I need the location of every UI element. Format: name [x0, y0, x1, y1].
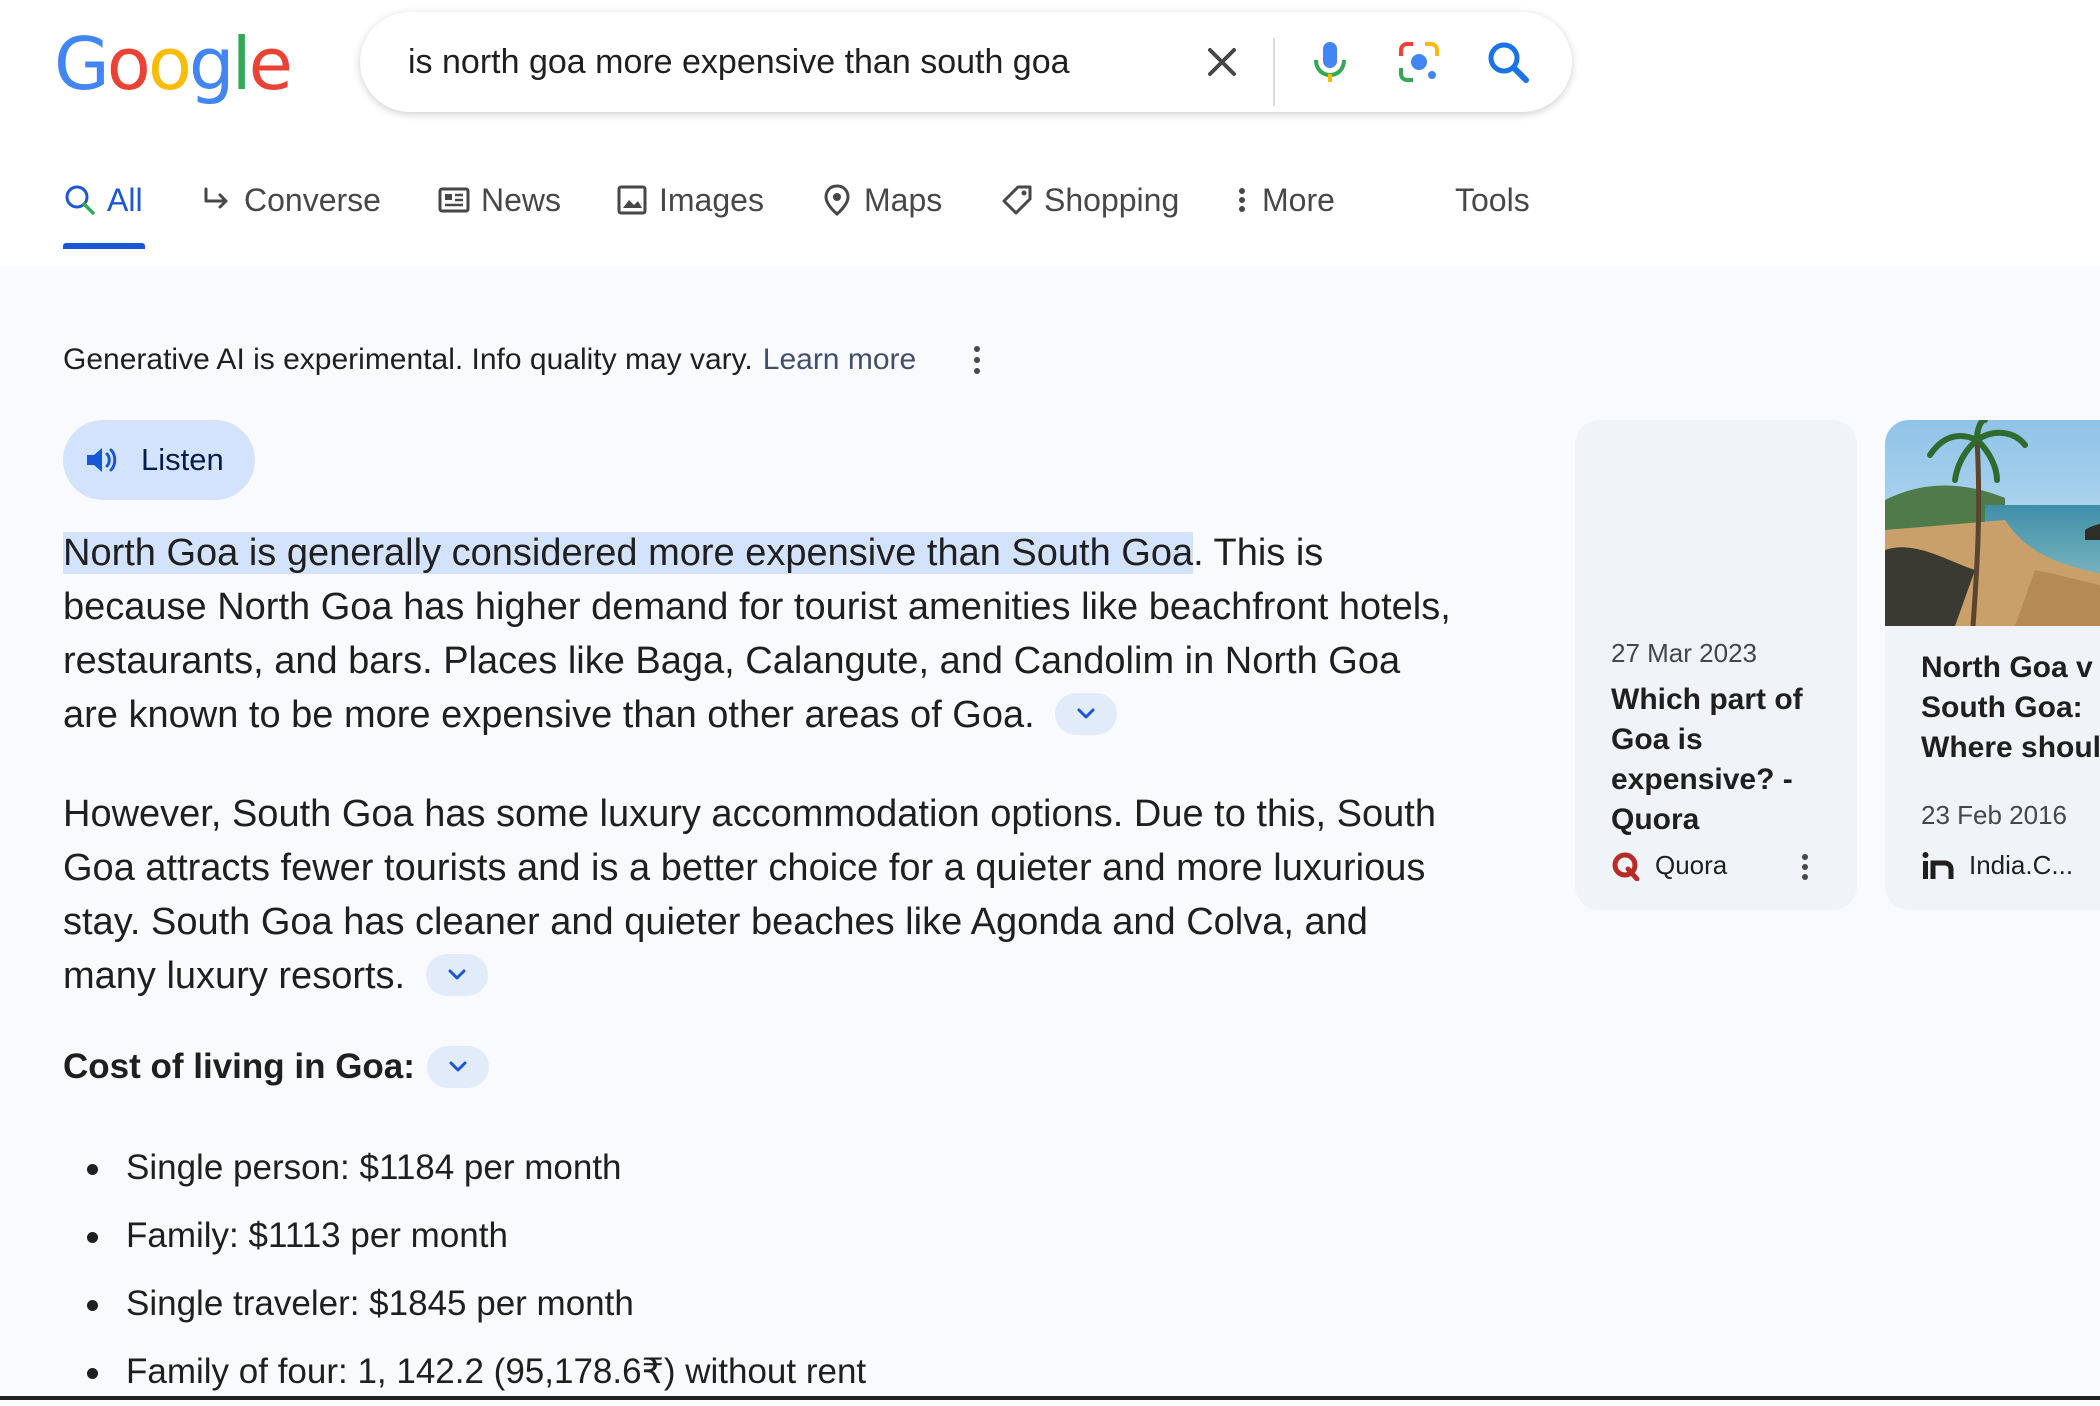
list-item: Single person: $1184 per month — [63, 1134, 866, 1202]
options-kebab-icon[interactable] — [962, 340, 992, 380]
tab-label: Tools — [1455, 182, 1530, 218]
answer-paragraph-1: North Goa is generally considered more e… — [63, 526, 1463, 742]
cost-heading-text: Cost of living in Goa: — [63, 1047, 415, 1086]
card-title: Which part of Goa is expensive? - Quora — [1611, 683, 1803, 836]
tab-label: Converse — [244, 182, 381, 218]
card-source: India.C... — [1921, 850, 2073, 881]
tab-tools[interactable]: Tools — [1455, 170, 1530, 230]
learn-more-link[interactable]: Learn more — [763, 343, 916, 377]
tab-label: Maps — [864, 182, 943, 218]
tab-shopping[interactable]: Shopping — [1000, 170, 1179, 230]
tab-label: More — [1262, 182, 1335, 218]
tab-all[interactable]: All — [63, 170, 143, 230]
beach-photo — [1885, 420, 2100, 626]
window-bottom-border — [0, 1396, 2100, 1400]
kebab-icon — [1239, 188, 1245, 212]
card-source: Quora — [1611, 850, 1727, 881]
india-com-logo-icon — [1922, 851, 1954, 879]
list-item: Single traveler: $1845 per month — [63, 1270, 866, 1338]
logo-letter: o — [147, 22, 192, 106]
logo-letter: e — [248, 22, 293, 106]
card-menu-icon[interactable] — [1797, 852, 1813, 882]
tab-news[interactable]: News — [437, 170, 561, 230]
card-source-name: India.C... — [1969, 850, 2074, 880]
cost-list: Single person: $1184 per month Family: $… — [63, 1134, 866, 1406]
logo-letter: G — [54, 22, 110, 106]
chevron-down-icon — [1077, 708, 1095, 719]
image-icon — [617, 185, 647, 215]
tab-label: All — [107, 182, 143, 218]
search-box[interactable] — [360, 12, 1572, 112]
source-card-quora[interactable]: 27 Mar 2023 Which part of Goa is expensi… — [1575, 420, 1857, 910]
search-icon — [65, 185, 95, 215]
source-card-india[interactable]: North Goa v South Goa: Where shoul 23 Fe… — [1885, 420, 2100, 910]
logo-letter: g — [188, 22, 235, 106]
tab-more[interactable]: More — [1232, 170, 1335, 230]
tab-images[interactable]: Images — [615, 170, 764, 230]
map-pin-icon — [824, 184, 850, 216]
expand-sources-button[interactable] — [1055, 692, 1118, 735]
chevron-down-icon — [448, 969, 466, 980]
cost-of-living-heading: Cost of living in Goa: — [63, 1046, 489, 1088]
clear-icon[interactable] — [1198, 38, 1246, 86]
answer-text: However, South Goa has some luxury accom… — [63, 793, 1436, 997]
search-divider — [1273, 38, 1275, 106]
card-date: 23 Feb 2016 — [1921, 800, 2068, 830]
ai-disclaimer-text: Generative AI is experimental. Info qual… — [63, 343, 753, 376]
microphone-icon[interactable] — [1306, 38, 1354, 86]
chevron-down-icon — [449, 1061, 467, 1072]
google-logo[interactable]: Google — [54, 22, 293, 106]
ai-overview-panel: Generative AI is experimental. Info qual… — [0, 266, 2100, 1400]
logo-letter: o — [106, 22, 151, 106]
tab-label: News — [481, 182, 562, 218]
list-item: Family: $1113 per month — [63, 1202, 866, 1270]
card-date: 27 Mar 2023 — [1611, 638, 1757, 668]
active-tab-indicator — [63, 243, 145, 249]
listen-button[interactable]: Listen — [63, 420, 255, 500]
tab-maps[interactable]: Maps — [820, 170, 942, 230]
answer-highlight: North Goa is generally considered more e… — [63, 532, 1194, 574]
search-input[interactable] — [408, 12, 1168, 112]
tab-label: Shopping — [1044, 182, 1180, 218]
card-title: North Goa v South Goa: Where shoul — [1921, 651, 2100, 764]
tag-icon — [1002, 185, 1032, 215]
logo-letter: l — [231, 22, 252, 106]
lens-icon[interactable] — [1395, 38, 1443, 86]
listen-label: Listen — [141, 442, 224, 477]
arrow-return-icon — [204, 187, 228, 209]
search-icon[interactable] — [1484, 38, 1532, 86]
expand-sources-button[interactable] — [426, 1046, 489, 1088]
quora-logo-icon — [1612, 852, 1640, 881]
news-icon — [438, 187, 470, 213]
expand-sources-button[interactable] — [425, 953, 488, 996]
tab-converse[interactable]: Converse — [200, 170, 381, 230]
ai-disclaimer: Generative AI is experimental. Info qual… — [63, 340, 992, 380]
tab-label: Images — [659, 182, 764, 218]
answer-paragraph-2: However, South Goa has some luxury accom… — [63, 787, 1463, 1003]
speaker-icon — [87, 448, 117, 472]
card-source-name: Quora — [1655, 850, 1728, 880]
